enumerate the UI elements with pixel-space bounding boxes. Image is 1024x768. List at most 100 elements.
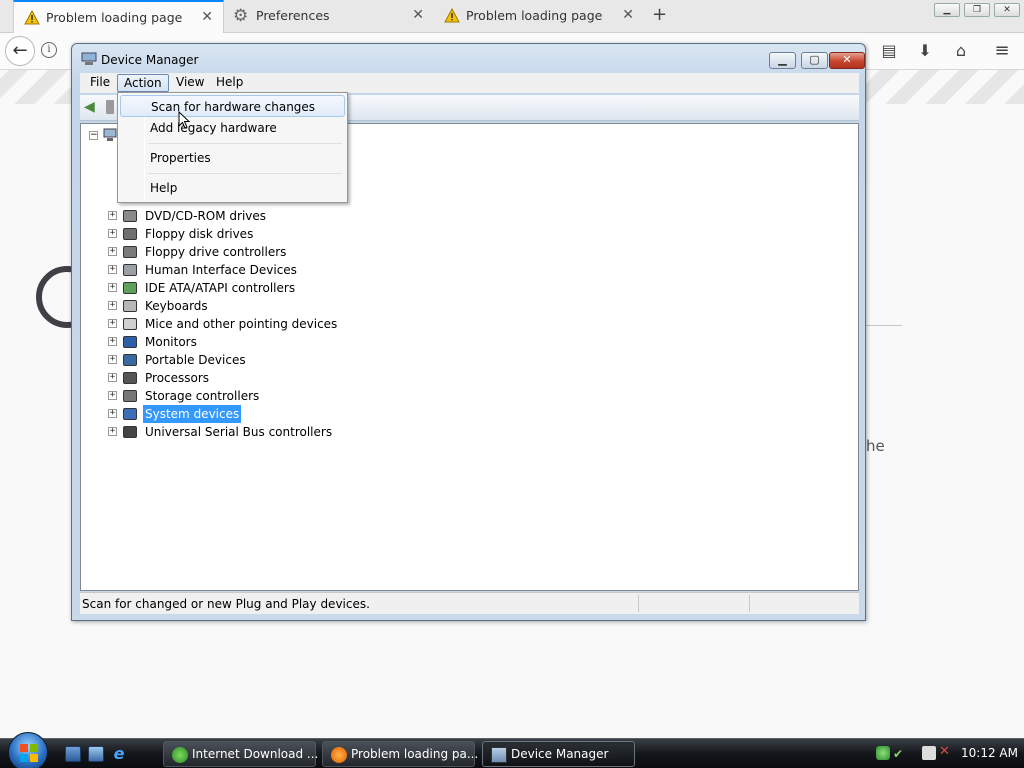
- expand-toggle[interactable]: +: [108, 283, 117, 292]
- browser-tab-bar: Problem loading page ✕ ⚙ Preferences ✕ P…: [0, 0, 1024, 34]
- volume-muted-icon[interactable]: ✕: [939, 744, 950, 759]
- menu-bar: File Action View Help: [80, 73, 859, 93]
- menu-separator: [148, 143, 342, 144]
- expand-toggle[interactable]: +: [108, 319, 117, 328]
- expand-toggle[interactable]: +: [108, 373, 117, 382]
- menu-file[interactable]: File: [84, 74, 116, 92]
- device-category-label[interactable]: Floppy drive controllers: [143, 243, 288, 261]
- mouse-icon: [123, 318, 137, 330]
- back-arrow-icon[interactable]: ◀: [84, 99, 102, 115]
- status-divider: [638, 595, 639, 612]
- device-category-label[interactable]: Mice and other pointing devices: [143, 315, 339, 333]
- menu-action[interactable]: Action: [117, 74, 169, 92]
- tab-problem-loading-page-2[interactable]: Problem loading page ✕: [434, 0, 644, 33]
- taskbar: e Internet Download ... Problem loading …: [0, 732, 1024, 768]
- network-icon[interactable]: [876, 746, 890, 760]
- tab-preferences[interactable]: ⚙ Preferences ✕: [224, 0, 434, 33]
- processor-icon: [123, 372, 137, 384]
- device-category-label[interactable]: Human Interface Devices: [143, 261, 299, 279]
- hamburger-menu-icon[interactable]: ≡: [992, 41, 1012, 61]
- internet-explorer-icon[interactable]: e: [111, 746, 127, 762]
- device-category-label[interactable]: System devices: [143, 405, 242, 423]
- expand-toggle[interactable]: +: [108, 337, 117, 346]
- warning-icon: [24, 10, 40, 25]
- taskbar-button-problem-loading-page[interactable]: Problem loading pa...: [322, 741, 479, 767]
- device-category-label[interactable]: IDE ATA/ATAPI controllers: [143, 279, 297, 297]
- portable-device-icon: [123, 354, 137, 366]
- device-category-label[interactable]: Floppy disk drives: [143, 225, 255, 243]
- close-icon[interactable]: ✕: [622, 7, 634, 23]
- expand-toggle[interactable]: +: [108, 409, 117, 418]
- device-manager-icon: [81, 52, 97, 65]
- show-desktop-icon[interactable]: [65, 746, 81, 762]
- home-icon[interactable]: ⌂: [951, 41, 971, 61]
- expand-toggle[interactable]: +: [108, 427, 117, 436]
- divider: [866, 325, 902, 326]
- device-category-label[interactable]: Monitors: [143, 333, 199, 351]
- tab-problem-loading-page[interactable]: Problem loading page ✕: [13, 0, 224, 34]
- menu-item-scan-hardware[interactable]: Scan for hardware changes: [120, 95, 345, 117]
- close-icon[interactable]: ✕: [201, 9, 213, 25]
- page-text: he: [866, 437, 885, 455]
- switch-windows-icon[interactable]: [88, 746, 104, 762]
- expand-toggle[interactable]: +: [108, 391, 117, 400]
- start-button[interactable]: [8, 732, 48, 768]
- device-manager-icon: [491, 747, 507, 763]
- site-info-icon[interactable]: i: [41, 42, 57, 58]
- maximize-button[interactable]: ▢: [801, 52, 828, 69]
- menu-item-properties[interactable]: Properties: [120, 147, 345, 169]
- device-category-label[interactable]: DVD/CD-ROM drives: [143, 207, 268, 225]
- device-category-label[interactable]: Portable Devices: [143, 351, 248, 369]
- close-icon[interactable]: ✕: [412, 7, 424, 23]
- usb-icon: [123, 426, 137, 438]
- safely-remove-icon[interactable]: ✔: [893, 747, 903, 761]
- clock[interactable]: 10:12 AM: [961, 746, 1018, 760]
- new-tab-button[interactable]: +: [652, 4, 667, 25]
- hid-icon: [123, 264, 137, 276]
- expand-toggle[interactable]: +: [108, 211, 117, 220]
- status-text: Scan for changed or new Plug and Play de…: [82, 597, 370, 611]
- browser-restore-button[interactable]: ❐: [964, 3, 990, 17]
- gear-icon: ⚙: [233, 6, 249, 26]
- tab-title: Problem loading page: [466, 8, 603, 23]
- status-bar: Scan for changed or new Plug and Play de…: [80, 592, 859, 614]
- volume-icon[interactable]: [922, 746, 936, 760]
- window-title: Device Manager: [101, 53, 199, 67]
- idm-icon: [172, 747, 188, 763]
- menu-item-help[interactable]: Help: [120, 177, 345, 199]
- reader-list-icon[interactable]: ▤: [879, 41, 899, 61]
- taskbar-button-device-manager[interactable]: Device Manager: [482, 741, 635, 767]
- expand-toggle[interactable]: +: [108, 229, 117, 238]
- download-arrow-icon[interactable]: ⬇: [915, 41, 935, 61]
- menu-separator: [148, 173, 342, 174]
- device-category-label[interactable]: Keyboards: [143, 297, 210, 315]
- device-category-label[interactable]: Universal Serial Bus controllers: [143, 423, 334, 441]
- expand-toggle[interactable]: +: [108, 247, 117, 256]
- browser-minimize-button[interactable]: ▁: [934, 3, 960, 17]
- taskbar-button-internet-download[interactable]: Internet Download ...: [163, 741, 319, 767]
- menu-view[interactable]: View: [170, 74, 210, 92]
- menu-help[interactable]: Help: [210, 74, 249, 92]
- mouse-cursor-icon: [178, 111, 190, 129]
- taskbar-button-label: Internet Download ...: [192, 747, 319, 761]
- forward-arrow-icon[interactable]: [106, 100, 114, 114]
- close-button[interactable]: ✕: [829, 52, 865, 69]
- status-divider: [749, 595, 750, 612]
- taskbar-button-label: Problem loading pa...: [351, 747, 479, 761]
- dvd-drive-icon: [123, 210, 137, 222]
- device-category-label[interactable]: Storage controllers: [143, 387, 261, 405]
- back-arrow-icon[interactable]: ←: [5, 36, 35, 66]
- expand-toggle[interactable]: +: [108, 265, 117, 274]
- taskbar-button-label: Device Manager: [511, 747, 609, 761]
- firefox-icon: [331, 747, 347, 763]
- floppy-controller-icon: [123, 246, 137, 258]
- menu-item-add-legacy-hardware[interactable]: Add legacy hardware: [120, 117, 345, 139]
- minimize-button[interactable]: ▁: [769, 52, 796, 69]
- expand-toggle[interactable]: +: [108, 355, 117, 364]
- collapse-toggle[interactable]: −: [89, 131, 98, 140]
- device-category-label[interactable]: Processors: [143, 369, 211, 387]
- windows-logo-icon: [20, 744, 38, 762]
- action-dropdown-menu: Scan for hardware changes Add legacy har…: [117, 92, 348, 203]
- browser-close-button[interactable]: ✕: [994, 3, 1020, 17]
- expand-toggle[interactable]: +: [108, 301, 117, 310]
